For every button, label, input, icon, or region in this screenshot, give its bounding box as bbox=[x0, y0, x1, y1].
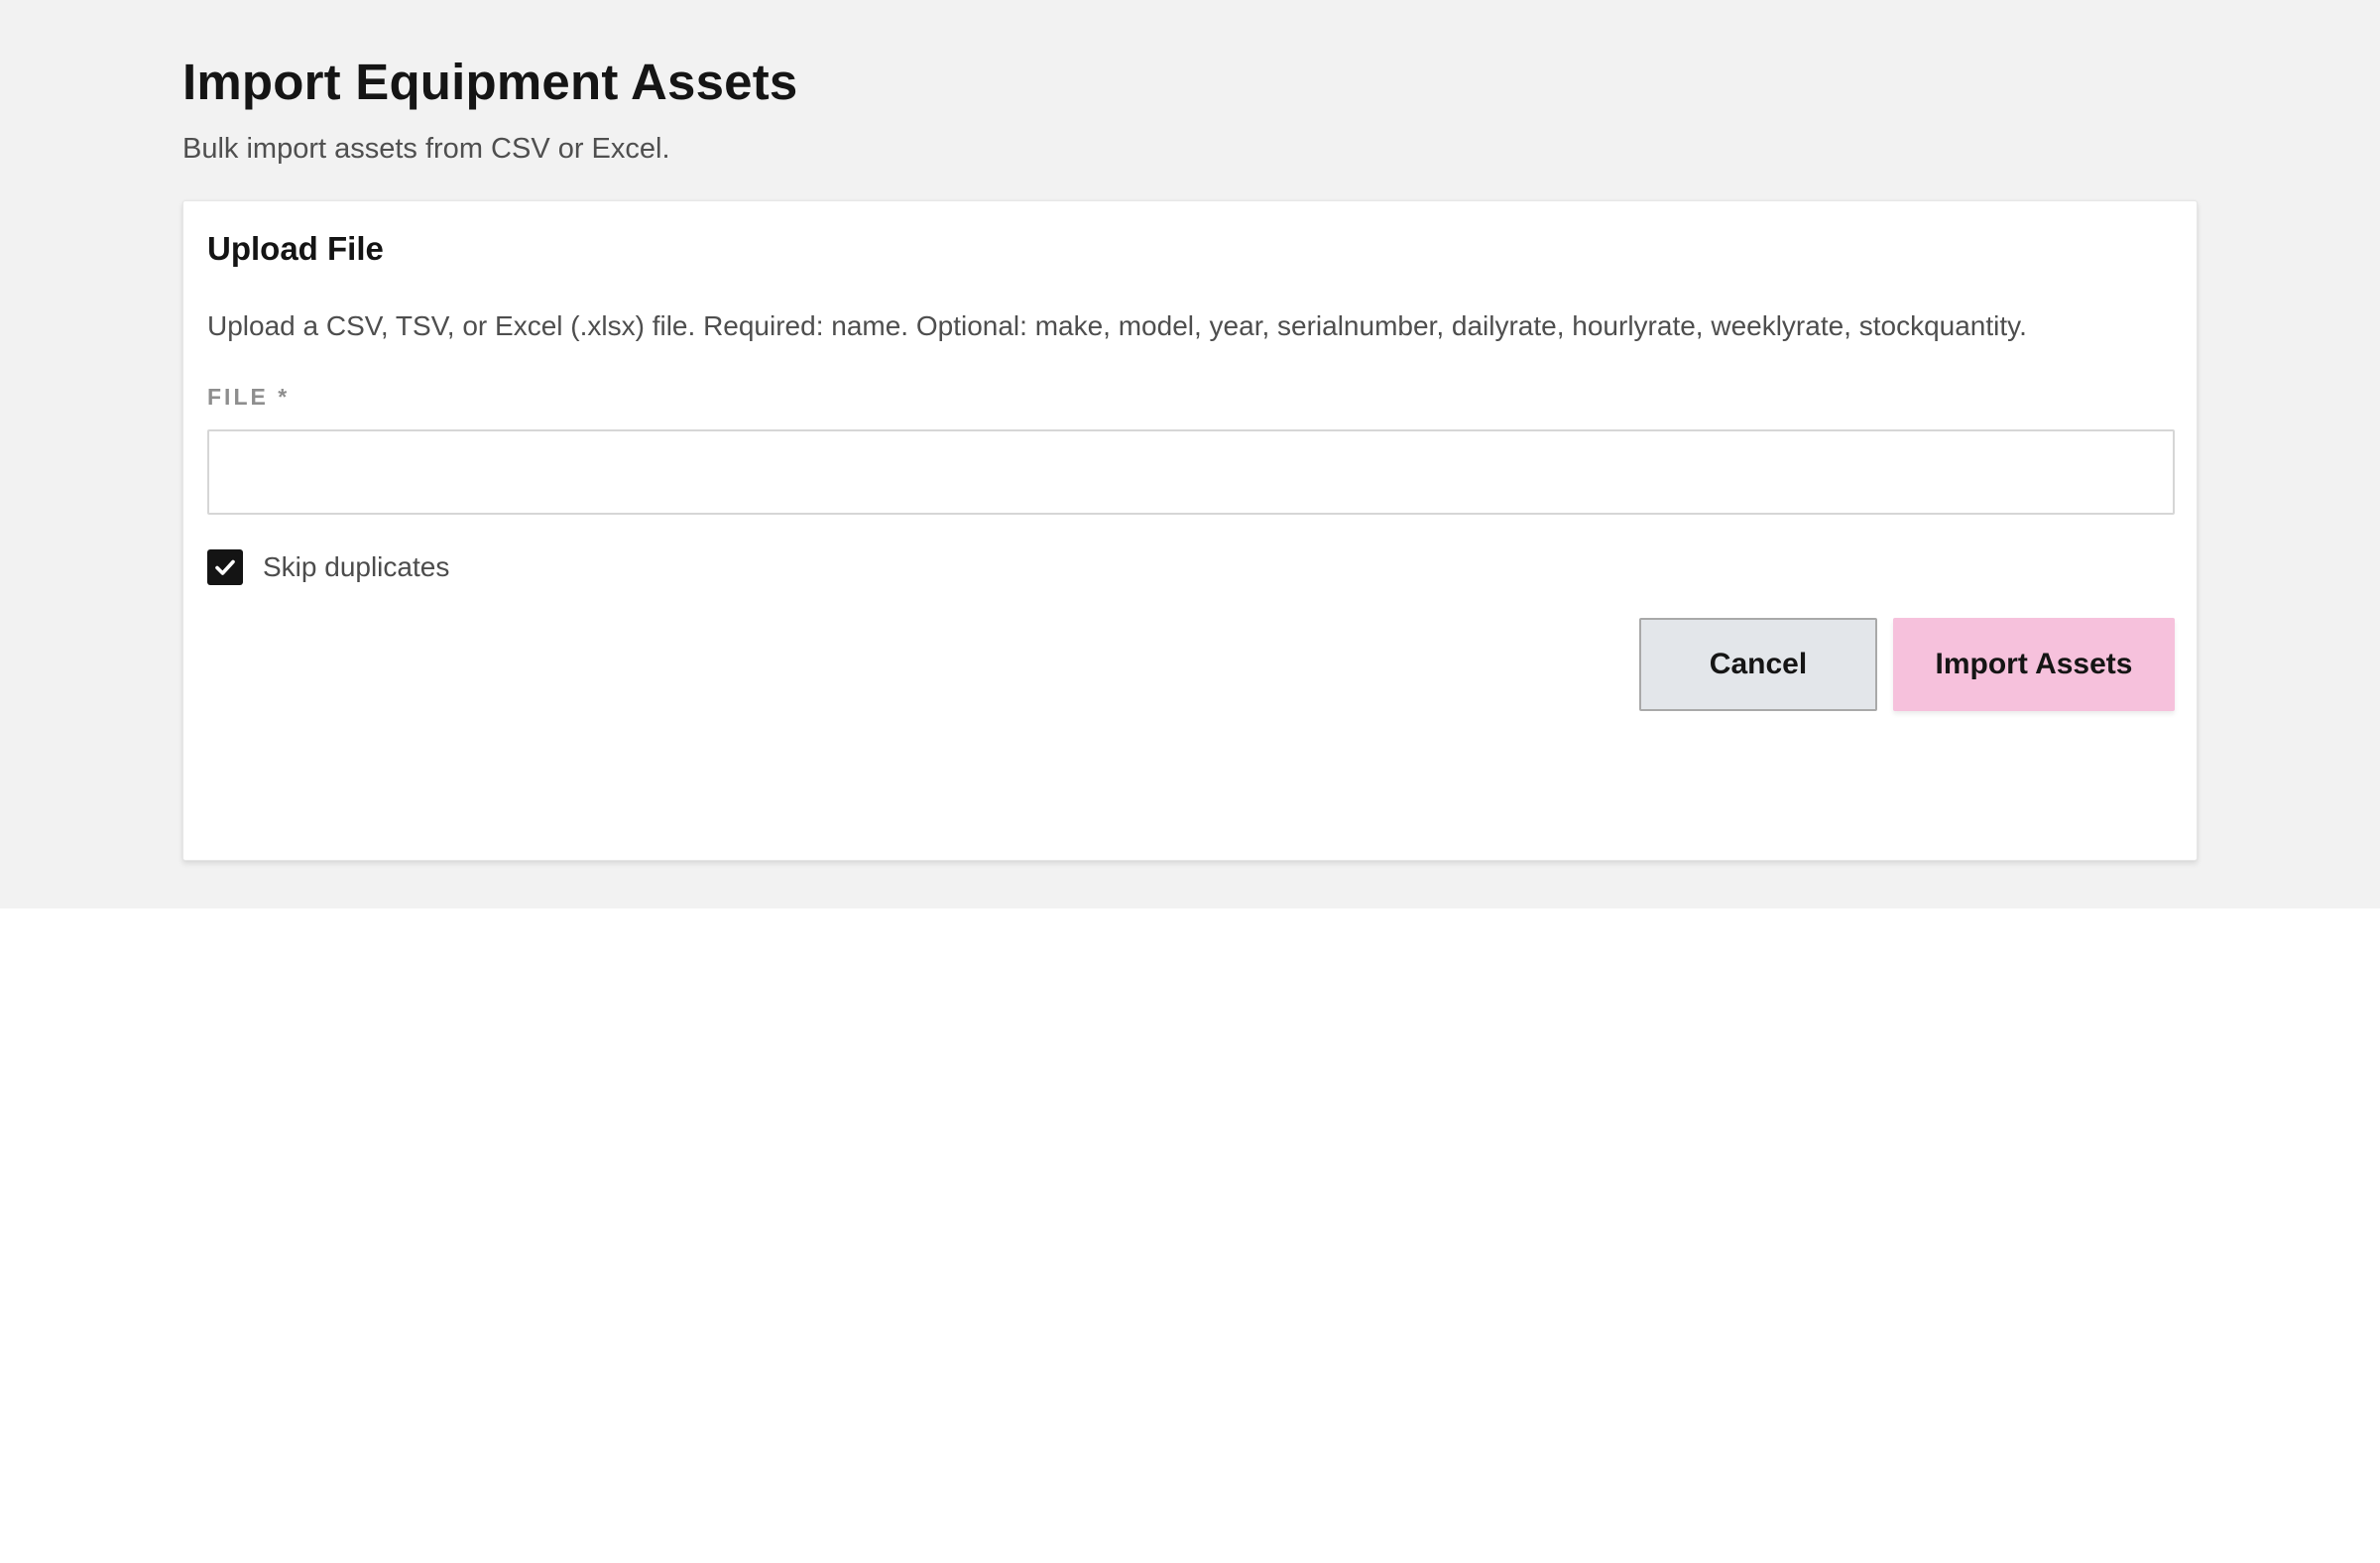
skip-duplicates-option[interactable]: Skip duplicates bbox=[207, 548, 449, 586]
import-assets-button[interactable]: Import Assets bbox=[1893, 618, 2175, 711]
card-title: Upload File bbox=[207, 230, 384, 267]
file-field-label: FILE * bbox=[207, 384, 291, 410]
page-subtitle: Bulk import assets from CSV or Excel. bbox=[182, 133, 670, 165]
upload-instructions: Upload a CSV, TSV, or Excel (.xlsx) file… bbox=[207, 310, 2027, 341]
skip-duplicates-checkbox[interactable] bbox=[207, 549, 243, 585]
cancel-button[interactable]: Cancel bbox=[1639, 618, 1877, 711]
check-icon bbox=[215, 559, 235, 575]
file-input[interactable] bbox=[207, 429, 2175, 515]
skip-duplicates-label: Skip duplicates bbox=[263, 551, 450, 582]
upload-file-card: Upload File Upload a CSV, TSV, or Excel … bbox=[182, 200, 2198, 861]
page-title: Import Equipment Assets bbox=[182, 54, 798, 110]
